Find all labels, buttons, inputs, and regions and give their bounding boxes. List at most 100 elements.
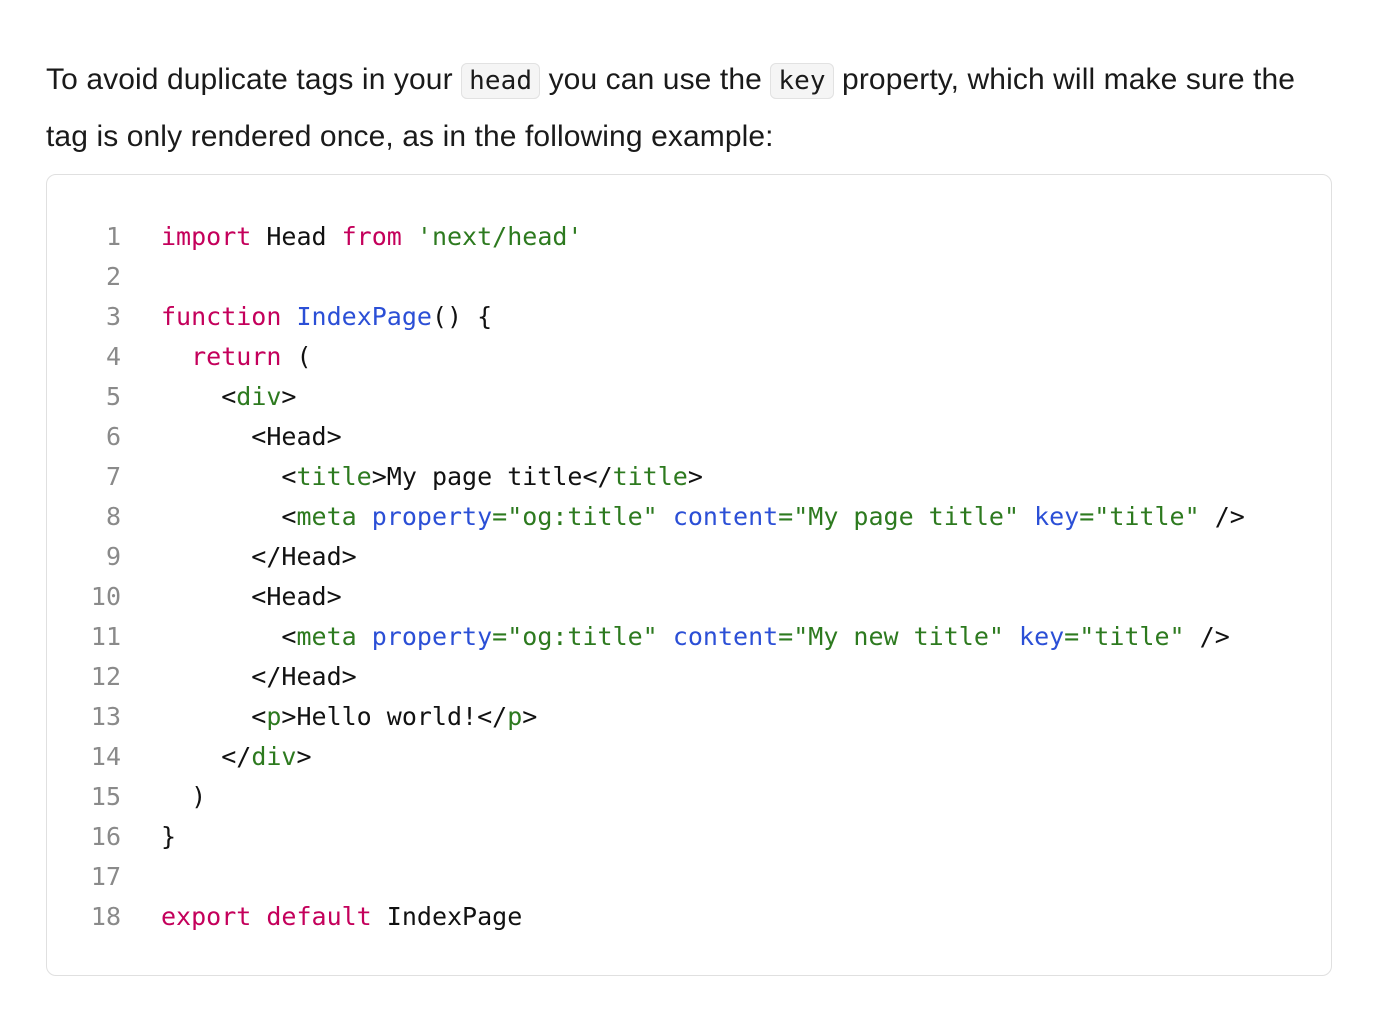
code-token: content <box>672 622 779 651</box>
code-token: } <box>161 822 177 851</box>
code-token: ="My page title" <box>778 502 1019 531</box>
code-line: 15 ) <box>47 777 1331 817</box>
code-token: </Head> <box>161 662 357 691</box>
code-token: property <box>371 622 493 651</box>
code-line: 13 <p>Hello world!</p> <box>47 697 1331 737</box>
code-token: < <box>161 702 267 731</box>
code-token: < <box>161 622 297 651</box>
code-token: div <box>236 382 282 411</box>
line-number: 3 <box>105 302 121 331</box>
code-token: /> <box>1184 622 1230 651</box>
code-token: from <box>341 222 402 251</box>
intro-text-2: you can use the <box>540 63 771 96</box>
code-token: () { <box>431 302 493 331</box>
code-source: </Head> <box>121 657 357 697</box>
code-token: export <box>161 902 252 931</box>
code-source <box>121 857 161 897</box>
code-line: 10 <Head> <box>47 577 1331 617</box>
code-line: 17 <box>47 857 1331 897</box>
code-line: 11 <meta property="og:title" content="My… <box>47 617 1331 657</box>
code-source: <title>My page title</title> <box>121 457 702 497</box>
code-token: IndexPage <box>296 302 432 331</box>
line-number: 7 <box>105 462 121 491</box>
code-token: ) <box>161 782 207 811</box>
code-token: <Head> <box>161 582 342 611</box>
code-block[interactable]: 1 import Head from 'next/head' 2 3 function … <box>46 174 1332 976</box>
code-token: ="title" <box>1079 502 1200 531</box>
code-source: import Head from 'next/head' <box>121 217 582 257</box>
code-token: >My page title</ <box>371 462 613 491</box>
code-source: function IndexPage() { <box>121 297 492 337</box>
line-number: 15 <box>90 782 121 811</box>
line-number: 14 <box>90 742 121 771</box>
line-number: 4 <box>105 342 121 371</box>
line-number: 10 <box>90 582 121 611</box>
line-number: 5 <box>105 382 121 411</box>
code-source: </Head> <box>121 537 357 577</box>
code-token: 'next/head' <box>416 222 583 251</box>
code-token: IndexPage <box>371 902 523 931</box>
code-token: ="My new title" <box>778 622 1004 651</box>
code-line: 5 <div> <box>47 377 1331 417</box>
code-source: } <box>121 817 176 857</box>
code-token: meta <box>296 502 357 531</box>
code-token: ="og:title" <box>492 502 658 531</box>
code-token: < <box>161 502 297 531</box>
code-line: 14 </div> <box>47 737 1331 777</box>
code-token: import <box>161 222 252 251</box>
code-line: 18 export default IndexPage <box>47 897 1331 937</box>
inline-code-key: key <box>770 63 834 99</box>
code-token: content <box>672 502 779 531</box>
code-token: div <box>251 742 297 771</box>
code-line: 16} <box>47 817 1331 857</box>
code-token: p <box>266 702 282 731</box>
code-token: key <box>1019 622 1065 651</box>
code-line: 12 </Head> <box>47 657 1331 697</box>
code-line: 3 function IndexPage() { <box>47 297 1331 337</box>
code-source: <div> <box>121 377 296 417</box>
code-token: /> <box>1199 502 1245 531</box>
code-source: </div> <box>121 737 311 777</box>
intro-text-1: To avoid duplicate tags in your <box>46 63 462 96</box>
line-number: 11 <box>90 622 121 651</box>
code-lines: 1 import Head from 'next/head' 2 3 function … <box>47 217 1331 937</box>
code-token: function <box>161 302 282 331</box>
intro-paragraph: To avoid duplicate tags in your head you… <box>46 52 1336 165</box>
line-number: 2 <box>105 262 121 291</box>
line-number: 6 <box>105 422 121 451</box>
line-number: 16 <box>90 822 121 851</box>
line-number: 1 <box>105 222 121 251</box>
code-source: <p>Hello world!</p> <box>121 697 537 737</box>
code-token: title <box>296 462 372 491</box>
code-token: </Head> <box>161 542 357 571</box>
line-number: 12 <box>90 662 121 691</box>
code-token: </ <box>161 742 252 771</box>
inline-code-head: head <box>461 63 541 99</box>
line-number: 13 <box>90 702 121 731</box>
code-token: Head <box>251 222 342 251</box>
code-token: key <box>1034 502 1080 531</box>
code-token: ( <box>281 342 312 371</box>
code-token: return <box>191 342 282 371</box>
code-token: default <box>266 902 372 931</box>
code-line: 8 <meta property="og:title" content="My … <box>47 497 1331 537</box>
code-source <box>121 257 161 297</box>
code-token: ="og:title" <box>492 622 658 651</box>
code-token: < <box>161 382 237 411</box>
code-line: 6 <Head> <box>47 417 1331 457</box>
line-number: 9 <box>105 542 121 571</box>
line-number: 17 <box>90 862 121 891</box>
code-source: return ( <box>121 337 312 377</box>
code-source: <meta property="og:title" content="My pa… <box>121 497 1245 537</box>
code-token: >Hello world!</ <box>281 702 508 731</box>
code-source: export default IndexPage <box>121 897 522 937</box>
code-token: < <box>161 462 297 491</box>
